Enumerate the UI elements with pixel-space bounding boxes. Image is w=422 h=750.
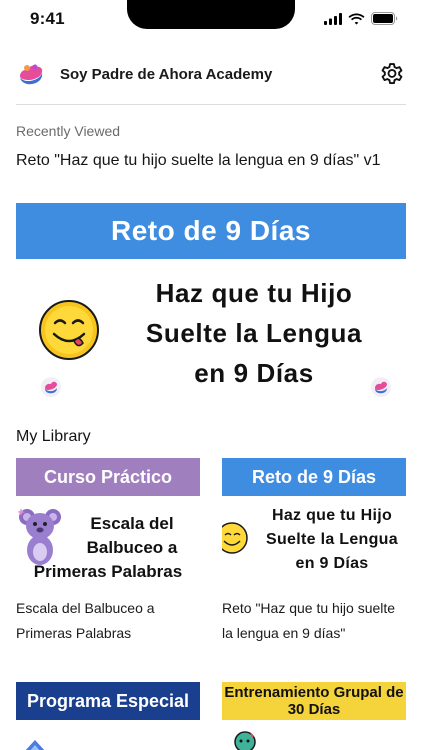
library-card-entrenamiento[interactable]: Entrenamiento Grupal de 30 Días [222,682,406,750]
recent-course-banner[interactable]: Reto de 9 Días Haz que tu Hijo Suelte la… [16,203,406,403]
header-divider [16,104,406,105]
card-thumb-title-clipped [62,740,192,750]
my-library-label: My Library [16,428,91,445]
cellular-signal-icon [324,12,342,25]
status-icons [324,12,398,25]
card-band: Programa Especial [16,682,200,720]
banner-header-band: Reto de 9 Días [16,203,406,259]
card-band: Reto de 9 Días [222,458,406,496]
koala-mascot-icon [18,508,61,565]
card-band: Curso Práctico [16,458,200,496]
banner-brand-logo-icon [371,377,391,397]
banner-band-text: Reto de 9 Días [111,215,311,246]
card-thumb-line: en 9 Días [295,555,369,572]
banner-headline-line: Haz que tu Hijo [155,278,353,308]
book-mascot-icon [25,740,45,750]
card-thumb-line: Suelte la Lengua [266,531,398,548]
recent-course-title[interactable]: Reto "Haz que tu hijo suelte la lengua e… [16,148,396,174]
smiling-face-emoji-icon [39,300,99,360]
wifi-icon [348,13,365,24]
mascot-character-icon [234,731,256,750]
card-caption: Escala del Balbuceo a Primeras Palabras [16,600,155,641]
card-band: Entrenamiento Grupal de 30 Días [222,682,406,720]
banner-brand-logo-icon [41,377,61,397]
card-band-text: Programa Especial [26,690,190,711]
status-bar: 9:41 [0,0,422,40]
card-band-text: Entrenamiento Grupal de 30 Días [224,684,404,718]
card-thumbnail: Reto de 9 Días Haz que tu Hijo Suelte la… [222,458,406,584]
card-thumb-line: Primeras Palabras [33,562,183,581]
card-thumb-line: Haz que tu Hijo [271,507,393,524]
library-card-escala[interactable]: Curso Práctico Escala del Balbuceo a Pri… [16,458,200,646]
card-thumbnail: Curso Práctico Escala del Balbuceo a Pri… [16,458,200,584]
status-time: 9:41 [30,9,65,28]
banner-headline-line: Suelte la Lengua [145,318,363,348]
battery-icon [371,12,398,25]
card-thumb-title: Haz que tu Hijo Suelte la Lengua en 9 Dí… [246,504,406,576]
settings-gear-icon[interactable] [378,60,406,88]
card-thumb-line: Escala del [90,514,174,533]
library-card-reto[interactable]: Reto de 9 Días Haz que tu Hijo Suelte la… [222,458,406,646]
device-notch [127,0,295,29]
card-band-text: Curso Práctico [43,466,173,487]
banner-headline-line: en 9 Días [194,358,314,388]
academy-logo-icon [20,64,43,85]
card-band-text: Reto de 9 Días [251,466,377,487]
card-thumb-line: Balbuceo a [86,538,178,557]
library-card-programa[interactable]: Programa Especial [16,682,200,750]
card-thumb-title: Escala del Balbuceo a [60,512,200,560]
card-caption: Reto "Haz que tu hijo suelte la lengua e… [222,600,396,641]
app-header: Soy Padre de Ahora Academy [16,54,406,94]
banner-headline: Haz que tu Hijo Suelte la Lengua en 9 Dí… [104,273,404,393]
smiling-face-emoji-icon [222,522,248,554]
recently-viewed-label: Recently Viewed [16,123,121,139]
app-title: Soy Padre de Ahora Academy [60,65,273,83]
